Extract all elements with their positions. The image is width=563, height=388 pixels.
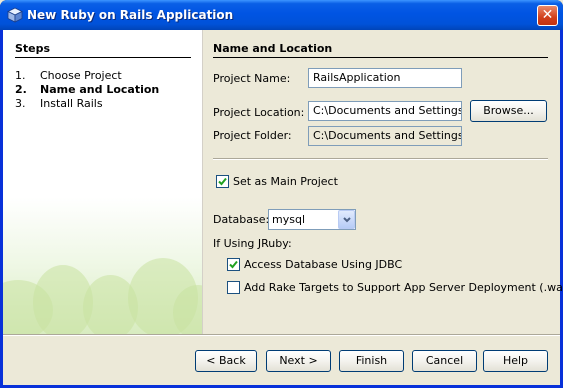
database-select[interactable]: mysql	[268, 209, 356, 230]
finish-button[interactable]: Finish	[339, 350, 404, 372]
close-button[interactable]: ✕	[537, 5, 558, 26]
checkmark-icon	[218, 177, 227, 186]
steps-divider	[15, 57, 191, 58]
section-title: Name and Location	[213, 42, 333, 55]
checkmark-icon	[229, 260, 238, 269]
section-divider	[213, 57, 548, 58]
database-selected-value: mysql	[272, 213, 305, 226]
back-button[interactable]: < Back	[195, 350, 257, 372]
chevron-down-icon	[343, 217, 351, 223]
step-install-rails: 3. Install Rails	[15, 97, 103, 110]
step-label: Choose Project	[40, 69, 122, 82]
cancel-button[interactable]: Cancel	[412, 350, 477, 372]
project-location-input[interactable]: C:\Documents and Settings\All	[308, 101, 462, 121]
jruby-label: If Using JRuby:	[213, 237, 292, 250]
add-rake-targets-checkbox[interactable]	[227, 281, 240, 294]
step-number: 3.	[15, 97, 26, 110]
footer-separator	[3, 334, 560, 336]
step-choose-project: 1. Choose Project	[15, 69, 122, 82]
dialog-window: New Ruby on Rails Application ✕ Steps 1.…	[0, 0, 563, 388]
set-main-project-label[interactable]: Set as Main Project	[233, 175, 338, 188]
step-name-and-location: 2. Name and Location	[15, 83, 159, 96]
step-label: Install Rails	[40, 97, 103, 110]
project-folder-field[interactable]: C:\Documents and Settings\All	[308, 126, 462, 146]
window-title: New Ruby on Rails Application	[27, 8, 234, 22]
set-main-project-checkbox[interactable]	[216, 175, 229, 188]
help-button[interactable]: Help	[483, 350, 548, 372]
step-label: Name and Location	[40, 83, 160, 96]
section-separator	[213, 158, 548, 160]
ruby-cube-icon	[7, 7, 23, 23]
project-name-label: Project Name:	[213, 72, 291, 85]
close-icon: ✕	[541, 7, 554, 23]
project-location-label: Project Location:	[213, 106, 305, 119]
access-jdbc-label[interactable]: Access Database Using JDBC	[244, 258, 402, 271]
browse-button[interactable]: Browse...	[470, 100, 547, 122]
add-rake-targets-label[interactable]: Add Rake Targets to Support App Server D…	[244, 281, 563, 294]
database-label: Database:	[213, 213, 270, 226]
steps-title: Steps	[15, 42, 51, 55]
project-folder-label: Project Folder:	[213, 129, 292, 142]
access-jdbc-checkbox[interactable]	[227, 258, 240, 271]
step-number: 1.	[15, 69, 26, 82]
project-name-input[interactable]: RailsApplication	[308, 68, 462, 88]
dropdown-arrow-button[interactable]	[338, 210, 355, 229]
content-panel: Name and Location Project Name: RailsApp…	[203, 30, 563, 334]
title-bar[interactable]: New Ruby on Rails Application ✕	[0, 0, 563, 30]
dialog-body: Steps 1. Choose Project 2. Name and Locati…	[3, 30, 563, 385]
step-number: 2.	[15, 83, 27, 96]
next-button[interactable]: Next >	[266, 350, 331, 372]
steps-panel: Steps 1. Choose Project 2. Name and Locati…	[3, 30, 203, 334]
